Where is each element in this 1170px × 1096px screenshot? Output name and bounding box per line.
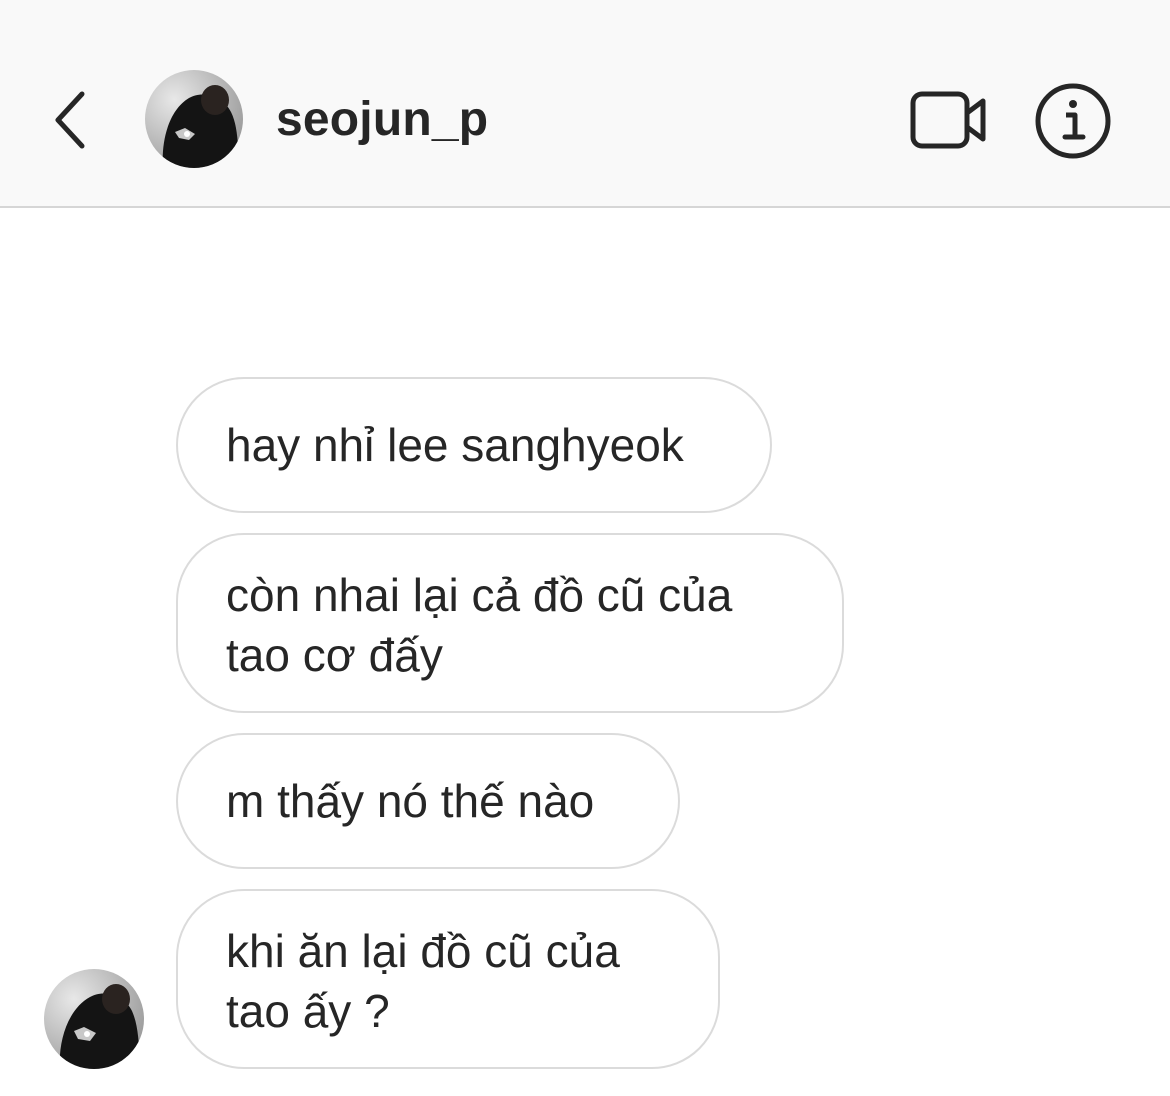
chevron-left-icon <box>55 91 85 149</box>
info-icon <box>1035 83 1111 159</box>
video-call-button[interactable] <box>906 86 992 154</box>
message-bubble[interactable]: khi ăn lại đồ cũ của tao ấy ? <box>176 889 720 1069</box>
message-bubble[interactable]: m thấy nó thế nào <box>176 733 680 869</box>
chat-header: seojun_p <box>0 0 1170 208</box>
profile-avatar[interactable] <box>145 70 243 168</box>
conversation-info-button[interactable] <box>1032 80 1114 162</box>
chat-username[interactable]: seojun_p <box>276 92 488 148</box>
message-bubble[interactable]: hay nhỉ lee sanghyeok <box>176 377 772 513</box>
sender-avatar[interactable] <box>44 969 144 1069</box>
back-button[interactable] <box>40 80 100 160</box>
video-camera-icon <box>910 91 986 149</box>
message-thread: hay nhỉ lee sanghyeok còn nhai lại cả đồ… <box>0 210 1170 1096</box>
message-bubble[interactable]: còn nhai lại cả đồ cũ của tao cơ đấy <box>176 533 844 713</box>
